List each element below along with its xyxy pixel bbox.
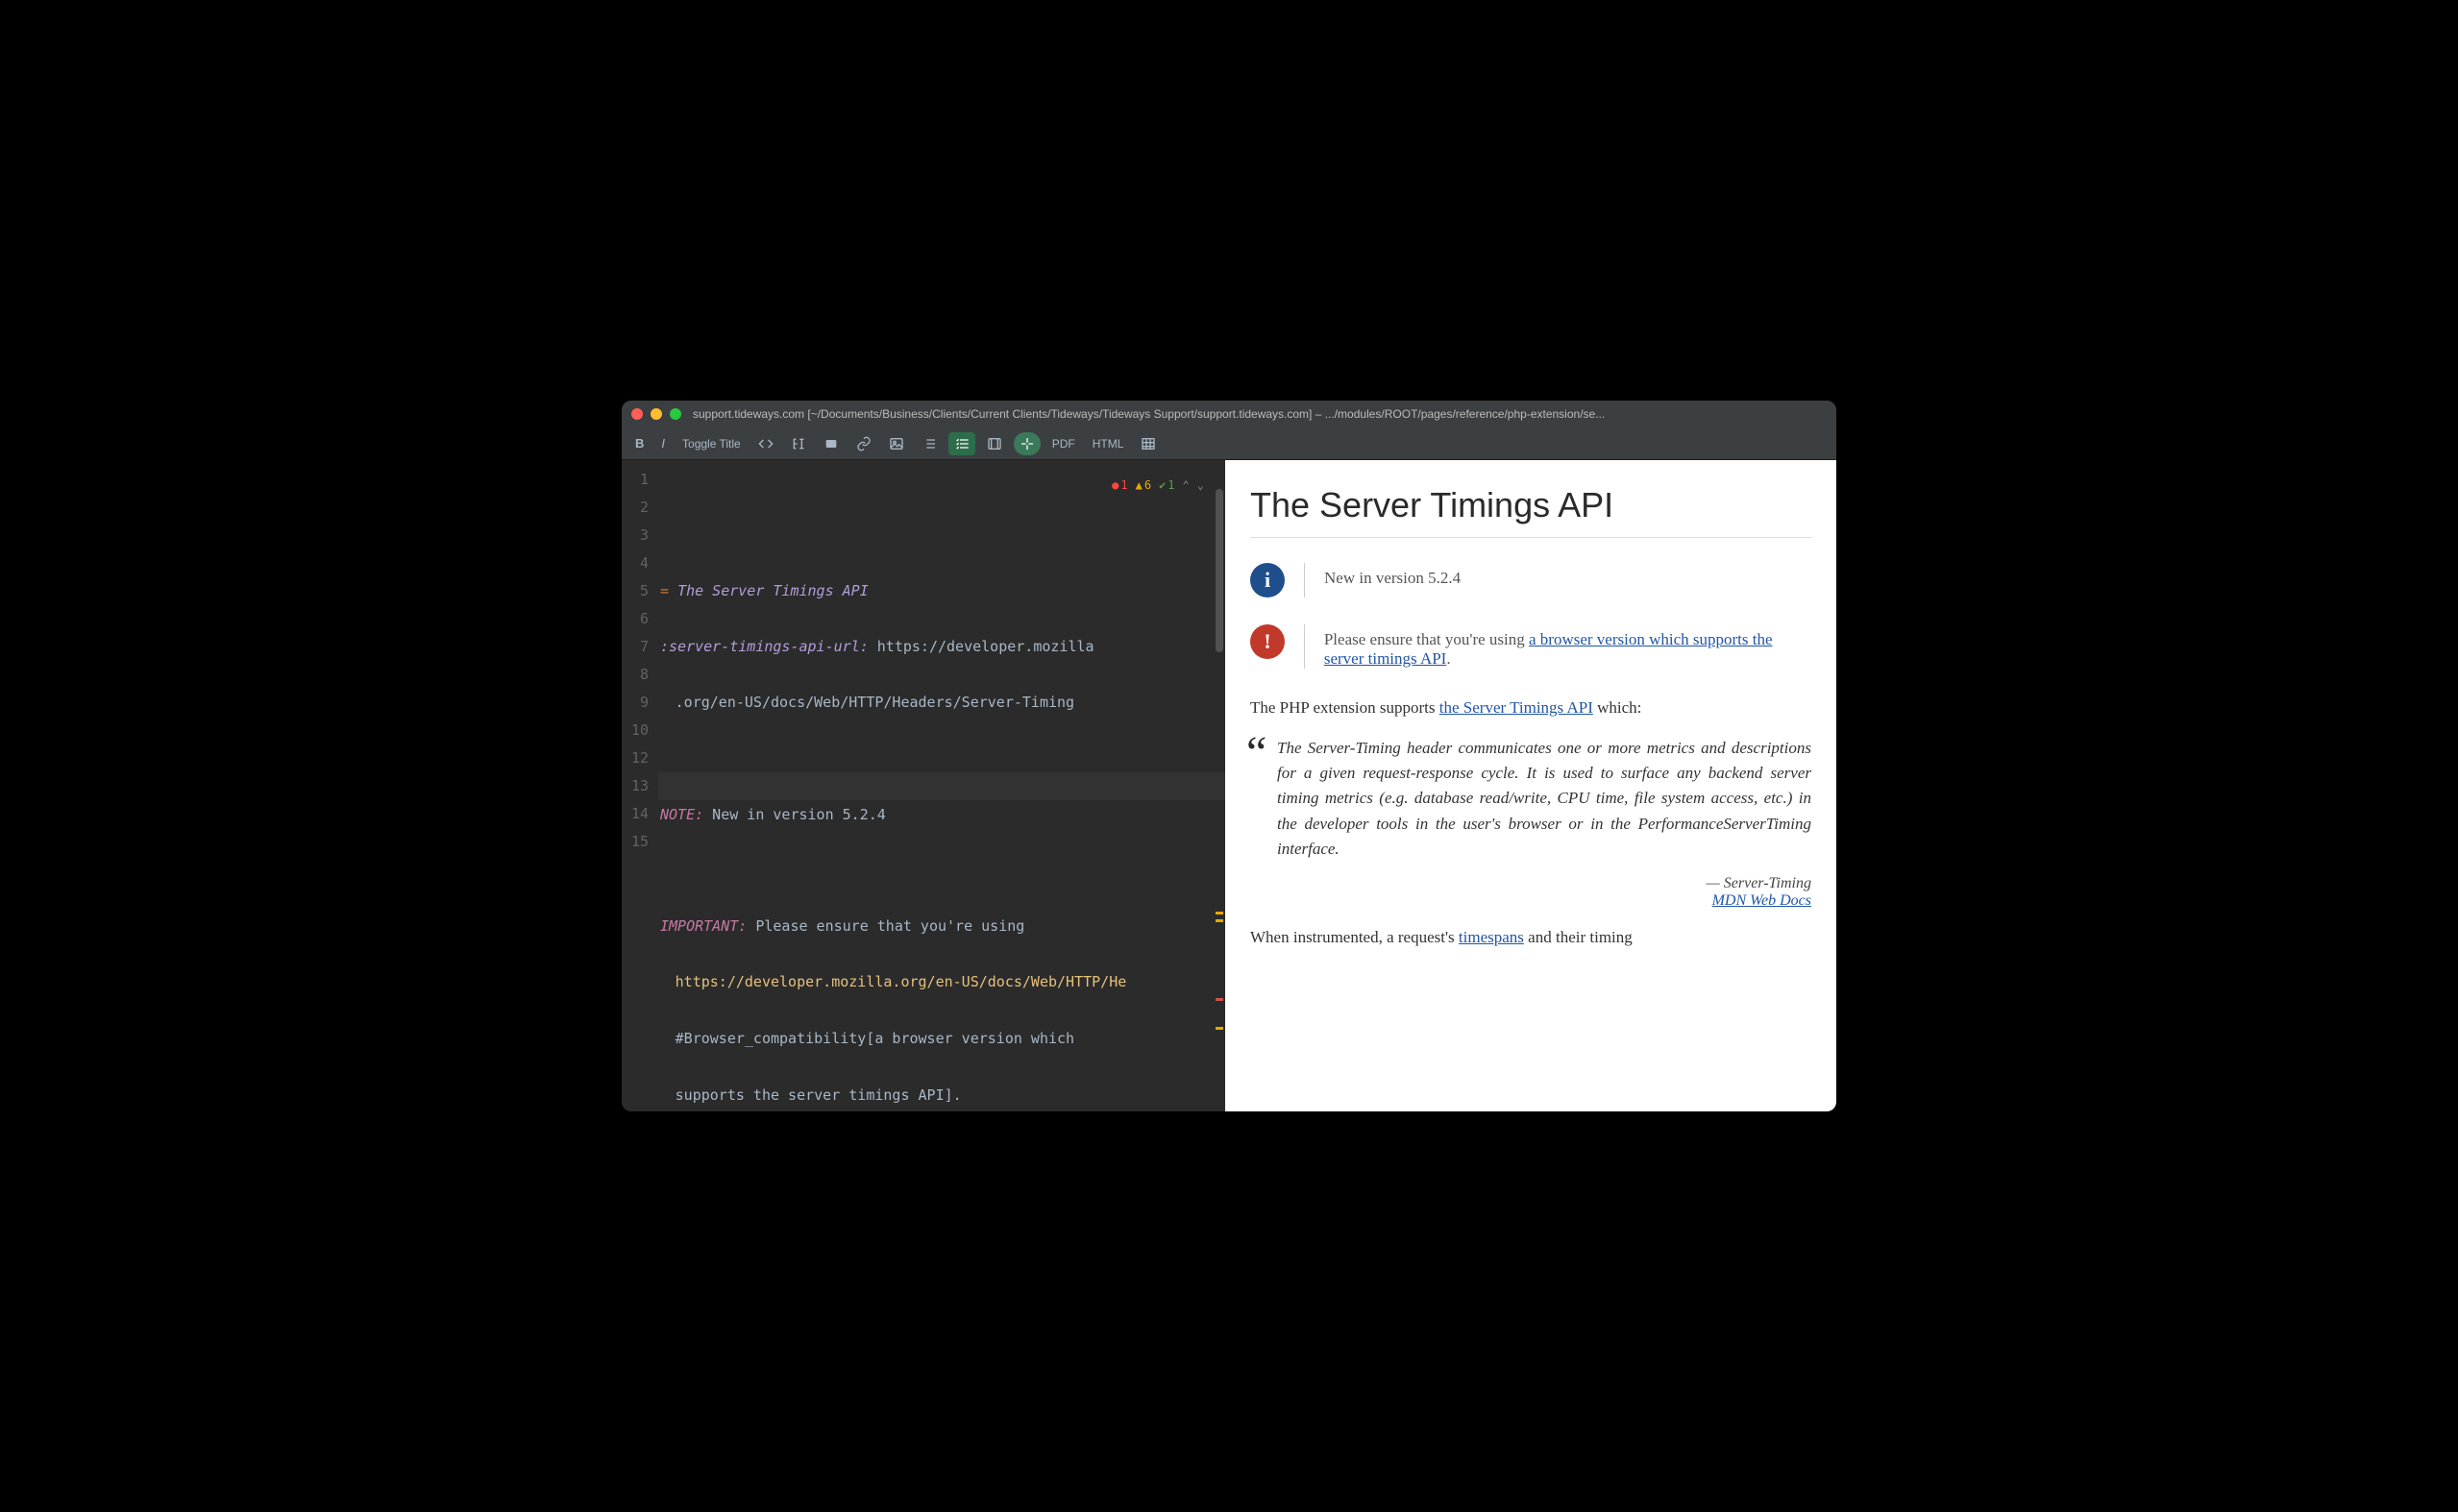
media-icon[interactable] <box>981 432 1008 455</box>
server-timings-link[interactable]: the Server Timings API <box>1439 698 1593 717</box>
note-text: New in version 5.2.4 <box>1324 563 1461 588</box>
heading-icon[interactable] <box>785 432 812 455</box>
note-admonition: i New in version 5.2.4 <box>1250 563 1811 597</box>
important-text: Please ensure that you're using a browse… <box>1324 624 1811 669</box>
quote-body: The Server-Timing header communicates on… <box>1277 736 1811 863</box>
preview-toggle-icon[interactable] <box>1014 432 1041 455</box>
info-icon: i <box>1250 563 1285 597</box>
timespans-link[interactable]: timespans <box>1459 928 1524 946</box>
link-icon[interactable] <box>850 432 877 455</box>
preview-title: The Server Timings API <box>1250 485 1811 525</box>
next-issue-icon[interactable]: ⌄ <box>1197 472 1204 500</box>
important-admonition: ! Please ensure that you're using a brow… <box>1250 624 1811 669</box>
inspection-widget[interactable]: ●1 ▲6 ✔1 ⌃ ⌄ <box>1108 470 1208 501</box>
toggle-title-button[interactable]: Toggle Title <box>676 433 747 454</box>
zoom-button[interactable] <box>670 408 681 420</box>
pdf-button[interactable]: PDF <box>1046 433 1081 454</box>
code-icon[interactable] <box>752 432 779 455</box>
line-gutter: 1 2 3 4 5 6 7 8 9 10 12 13 <box>622 460 658 1111</box>
prev-issue-icon[interactable]: ⌃ <box>1183 472 1190 500</box>
minimize-button[interactable] <box>651 408 662 420</box>
code-area[interactable]: = The Server Timings API :server-timings… <box>658 460 1225 1111</box>
window-controls <box>631 408 681 420</box>
italic-button[interactable]: I <box>655 432 671 454</box>
split-content: 1 2 3 4 5 6 7 8 9 10 12 13 <box>622 460 1836 1111</box>
blockquote: The Server-Timing header communicates on… <box>1250 736 1811 911</box>
quote-attribution: — Server-Timing MDN Web Docs <box>1277 875 1811 910</box>
highlight-icon[interactable] <box>818 432 845 455</box>
important-icon: ! <box>1250 624 1285 659</box>
list-icon[interactable] <box>916 432 943 455</box>
image-icon[interactable] <box>883 432 910 455</box>
html-button[interactable]: HTML <box>1087 433 1130 454</box>
titlebar: support.tideways.com [~/Documents/Busine… <box>622 401 1836 427</box>
intro-paragraph: The PHP extension supports the Server Ti… <box>1250 695 1811 720</box>
preview-pane[interactable]: The Server Timings API i New in version … <box>1225 460 1836 1111</box>
title-rule <box>1250 537 1811 538</box>
error-count[interactable]: ●1 <box>1112 472 1127 500</box>
editor-pane[interactable]: 1 2 3 4 5 6 7 8 9 10 12 13 <box>622 460 1225 1111</box>
closing-paragraph: When instrumented, a request's timespans… <box>1250 925 1811 950</box>
warning-count[interactable]: ▲6 <box>1136 472 1151 500</box>
close-button[interactable] <box>631 408 643 420</box>
toolbar: B I Toggle Title PDF HTML <box>622 427 1836 460</box>
table-icon[interactable] <box>1135 432 1162 455</box>
ok-count[interactable]: ✔1 <box>1159 472 1174 500</box>
bold-button[interactable]: B <box>629 432 650 454</box>
checklist-icon[interactable] <box>948 432 975 455</box>
window-title: support.tideways.com [~/Documents/Busine… <box>693 407 1827 421</box>
mdn-link[interactable]: MDN Web Docs <box>1712 892 1811 909</box>
app-window: support.tideways.com [~/Documents/Busine… <box>622 401 1836 1111</box>
